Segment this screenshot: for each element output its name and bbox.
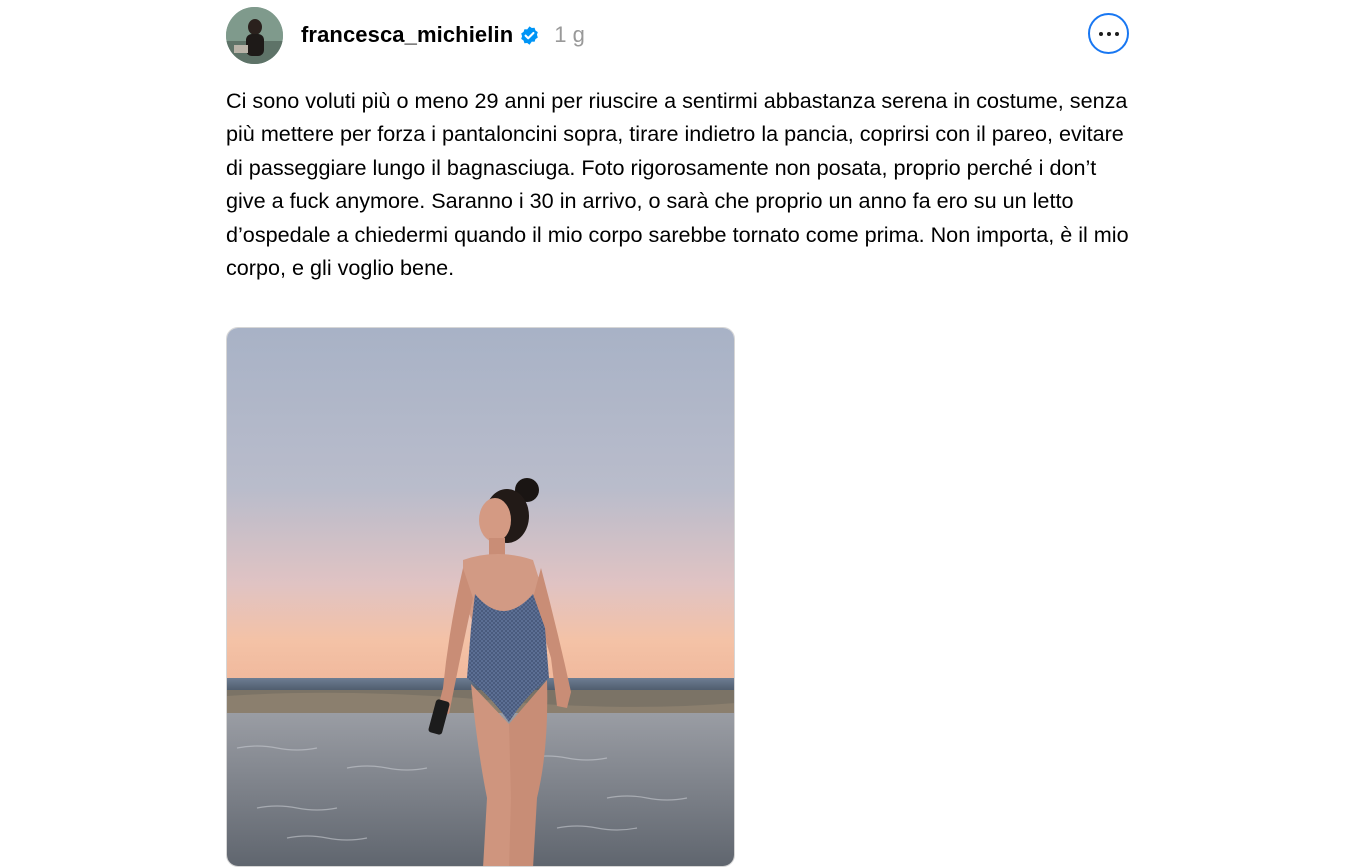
more-options-icon <box>1098 31 1119 36</box>
more-options-button[interactable] <box>1088 13 1129 54</box>
threads-post: francesca_michielin 1 g Ci sono voluti p… <box>0 0 1350 867</box>
post-caption: Ci sono voluti più o meno 29 anni per ri… <box>226 88 1129 281</box>
avatar[interactable] <box>226 6 283 64</box>
post-timestamp: 1 g <box>554 22 585 47</box>
post-header: francesca_michielin 1 g <box>226 6 585 64</box>
username[interactable]: francesca_michielin <box>301 22 513 48</box>
post-photo[interactable] <box>226 327 735 867</box>
verified-badge-icon <box>519 25 540 46</box>
